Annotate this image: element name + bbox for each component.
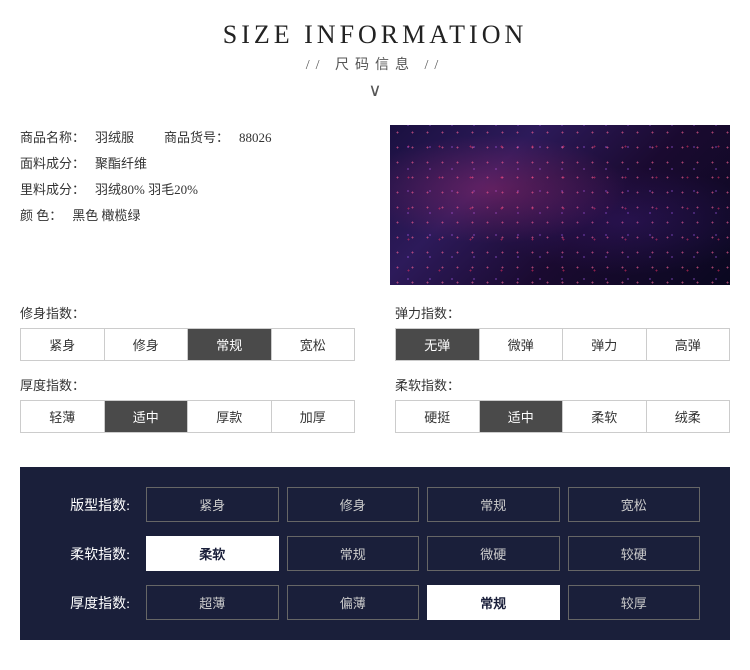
- bottom-btn-2-3[interactable]: 较厚: [568, 585, 701, 620]
- bottom-label-1: 柔软指数:: [50, 544, 130, 564]
- lining-value: 羽绒80% 羽毛20%: [95, 177, 198, 203]
- fabric-label: 面料成分：: [20, 151, 85, 177]
- bottom-btn-1-3[interactable]: 较硬: [568, 536, 701, 571]
- bottom-label-0: 版型指数:: [50, 495, 130, 515]
- thickness-btn-3[interactable]: 加厚: [272, 401, 355, 432]
- bottom-btn-2-0[interactable]: 超薄: [146, 585, 279, 620]
- softness-btn-3[interactable]: 绒柔: [647, 401, 730, 432]
- elasticity-btn-3[interactable]: 高弹: [647, 329, 730, 360]
- number-value: 88026: [239, 125, 272, 151]
- softness-btn-0[interactable]: 硬挺: [396, 401, 480, 432]
- fit-btn-1[interactable]: 修身: [105, 329, 189, 360]
- index-row-1: 修身指数： 紧身 修身 常规 宽松 弹力指数： 无弹 微弹 弹力 高弹: [20, 303, 730, 361]
- product-image: [390, 125, 730, 285]
- bottom-row-2: 厚度指数: 超薄 偏薄 常规 较厚: [50, 585, 700, 620]
- lining-label: 里料成分：: [20, 177, 85, 203]
- product-name-line: 商品名称： 羽绒服 商品货号： 88026: [20, 125, 370, 151]
- thickness-btn-2[interactable]: 厚款: [188, 401, 272, 432]
- softness-index-buttons: 硬挺 适中 柔软 绒柔: [395, 400, 730, 433]
- bottom-btns-1: 柔软 常规 微硬 较硬: [146, 536, 700, 571]
- bottom-btn-2-2[interactable]: 常规: [427, 585, 560, 620]
- bottom-row-0: 版型指数: 紧身 修身 常规 宽松: [50, 487, 700, 522]
- fabric-line: 面料成分： 聚酯纤维: [20, 151, 370, 177]
- bottom-label-2: 厚度指数:: [50, 593, 130, 613]
- fit-index-group: 修身指数： 紧身 修身 常规 宽松: [20, 303, 355, 361]
- bottom-btn-0-1[interactable]: 修身: [287, 487, 420, 522]
- bottom-btn-1-0[interactable]: 柔软: [146, 536, 279, 571]
- number-label: 商品货号：: [164, 125, 229, 151]
- fit-index-buttons: 紧身 修身 常规 宽松: [20, 328, 355, 361]
- fit-btn-0[interactable]: 紧身: [21, 329, 105, 360]
- bottom-row-1: 柔软指数: 柔软 常规 微硬 较硬: [50, 536, 700, 571]
- bottom-section: 版型指数: 紧身 修身 常规 宽松 柔软指数: 柔软 常规 微硬 较硬 厚度指数…: [20, 467, 730, 640]
- header-section: SIZE INFORMATION // 尺码信息 // ∨: [0, 10, 750, 107]
- thickness-index-buttons: 轻薄 适中 厚款 加厚: [20, 400, 355, 433]
- lining-line: 里料成分： 羽绒80% 羽毛20%: [20, 177, 370, 203]
- bottom-btns-0: 紧身 修身 常规 宽松: [146, 487, 700, 522]
- elasticity-index-buttons: 无弹 微弹 弹力 高弹: [395, 328, 730, 361]
- bottom-btn-0-3[interactable]: 宽松: [568, 487, 701, 522]
- fit-btn-3[interactable]: 宽松: [272, 329, 355, 360]
- fabric-value: 聚酯纤维: [95, 151, 147, 177]
- product-details: 商品名称： 羽绒服 商品货号： 88026 面料成分： 聚酯纤维 里料成分： 羽…: [20, 125, 370, 285]
- page-container: SIZE INFORMATION // 尺码信息 // ∨ 商品名称： 羽绒服 …: [0, 0, 750, 670]
- fit-index-label: 修身指数：: [20, 303, 355, 322]
- main-title: SIZE INFORMATION: [0, 20, 750, 50]
- sub-title: // 尺码信息 //: [0, 54, 750, 74]
- thickness-btn-0[interactable]: 轻薄: [21, 401, 105, 432]
- bottom-btn-1-2[interactable]: 微硬: [427, 536, 560, 571]
- thickness-index-group: 厚度指数： 轻薄 适中 厚款 加厚: [20, 375, 355, 433]
- color-label: 颜 色：: [20, 203, 62, 229]
- fabric-texture: [390, 125, 730, 285]
- elasticity-index-group: 弹力指数： 无弹 微弹 弹力 高弹: [395, 303, 730, 361]
- color-value: 黑色 橄榄绿: [72, 203, 140, 229]
- bottom-btn-1-1[interactable]: 常规: [287, 536, 420, 571]
- index-section: 修身指数： 紧身 修身 常规 宽松 弹力指数： 无弹 微弹 弹力 高弹: [0, 295, 750, 455]
- color-line: 颜 色： 黑色 橄榄绿: [20, 203, 370, 229]
- bottom-btns-2: 超薄 偏薄 常规 较厚: [146, 585, 700, 620]
- thickness-btn-1[interactable]: 适中: [105, 401, 189, 432]
- bottom-btn-2-1[interactable]: 偏薄: [287, 585, 420, 620]
- softness-index-label: 柔软指数：: [395, 375, 730, 394]
- product-info-row: 商品名称： 羽绒服 商品货号： 88026 面料成分： 聚酯纤维 里料成分： 羽…: [0, 107, 750, 295]
- fit-btn-2[interactable]: 常规: [188, 329, 272, 360]
- elasticity-btn-0[interactable]: 无弹: [396, 329, 480, 360]
- chevron-down-icon[interactable]: ∨: [0, 80, 750, 101]
- softness-btn-2[interactable]: 柔软: [563, 401, 647, 432]
- thickness-index-label: 厚度指数：: [20, 375, 355, 394]
- softness-btn-1[interactable]: 适中: [480, 401, 564, 432]
- elasticity-btn-2[interactable]: 弹力: [563, 329, 647, 360]
- elasticity-btn-1[interactable]: 微弹: [480, 329, 564, 360]
- softness-index-group: 柔软指数： 硬挺 适中 柔软 绒柔: [395, 375, 730, 433]
- name-label: 商品名称：: [20, 125, 85, 151]
- elasticity-index-label: 弹力指数：: [395, 303, 730, 322]
- index-row-2: 厚度指数： 轻薄 适中 厚款 加厚 柔软指数： 硬挺 适中 柔软 绒柔: [20, 375, 730, 433]
- bottom-btn-0-0[interactable]: 紧身: [146, 487, 279, 522]
- name-value: 羽绒服: [95, 125, 134, 151]
- bottom-btn-0-2[interactable]: 常规: [427, 487, 560, 522]
